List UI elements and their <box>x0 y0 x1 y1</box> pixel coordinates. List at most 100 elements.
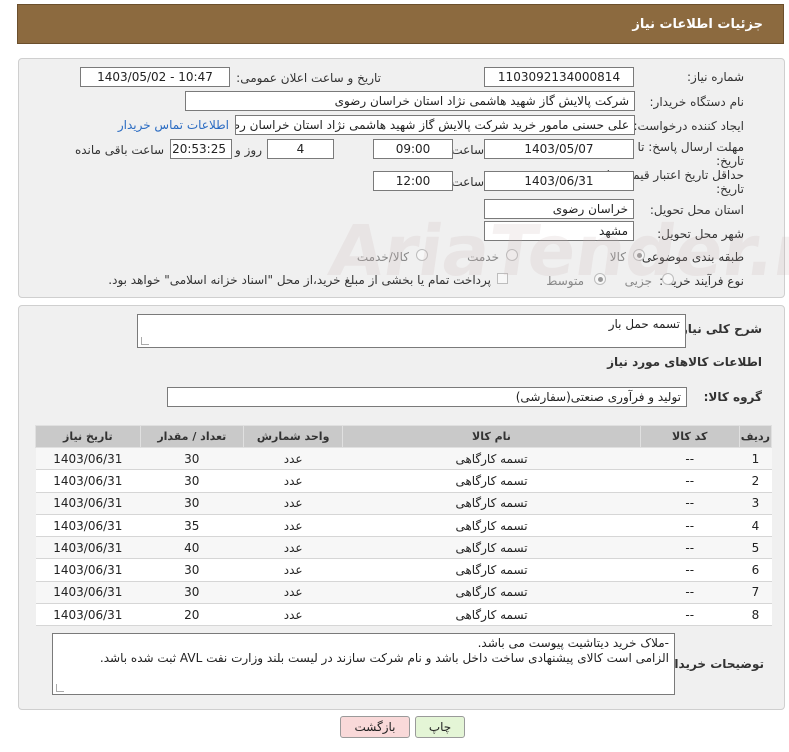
col-name: نام کالا <box>342 425 641 448</box>
cell-row: 6 <box>739 558 772 582</box>
cell-quantity: 35 <box>140 514 244 538</box>
cell-quantity: 20 <box>140 603 244 627</box>
table-row: 3 -- تسمه کارگاهی عدد 30 1403/06/31 <box>35 492 772 515</box>
process-option-minor: جزیی <box>624 274 652 288</box>
back-button[interactable]: بازگشت <box>340 716 410 738</box>
cell-date: 1403/06/31 <box>35 536 141 560</box>
remaining-time-field: 20:53:25 <box>170 139 232 159</box>
buyer-notes-line-1: -ملاک خرید دیتاشیت پیوست می باشد. <box>477 636 669 650</box>
cell-row: 3 <box>739 492 772 515</box>
table-header-row: ردیف کد کالا نام کالا واحد شمارش تعداد /… <box>35 425 773 448</box>
category-radio-service[interactable] <box>506 249 518 261</box>
buyer-org-label: نام دستگاه خریدار: <box>649 95 745 109</box>
col-code: کد کالا <box>639 425 740 448</box>
items-title: اطلاعات کالاهای مورد نیاز <box>607 355 762 369</box>
cell-code: -- <box>640 514 740 538</box>
cell-unit: عدد <box>243 603 343 627</box>
items-table: ردیف کد کالا نام کالا واحد شمارش تعداد /… <box>35 425 773 627</box>
category-option-goods-service: کالا/خدمت <box>356 250 409 264</box>
buyer-notes-field: -ملاک خرید دیتاشیت پیوست می باشد. الزامی… <box>52 633 675 695</box>
cell-code: -- <box>640 536 740 560</box>
process-radio-medium[interactable] <box>594 273 606 285</box>
table-row: 2 -- تسمه کارگاهی عدد 30 1403/06/31 <box>35 469 772 493</box>
table-row: 5 -- تسمه کارگاهی عدد 40 1403/06/31 <box>35 536 772 560</box>
cell-quantity: 30 <box>140 492 244 515</box>
table-row: 1 -- تسمه کارگاهی عدد 30 1403/06/31 <box>35 447 772 471</box>
cell-name: تسمه کارگاهی <box>342 536 641 560</box>
cell-quantity: 30 <box>140 447 244 471</box>
province-field: خراسان رضوی <box>484 199 634 219</box>
payment-checkbox[interactable] <box>497 273 508 284</box>
validity-time-field: 12:00 <box>373 171 453 191</box>
cell-row: 2 <box>739 469 772 493</box>
summary-label: شرح کلی نیاز: <box>676 322 762 336</box>
table-row: 7 -- تسمه کارگاهی عدد 30 1403/06/31 <box>35 581 772 605</box>
cell-quantity: 40 <box>140 536 244 560</box>
cell-name: تسمه کارگاهی <box>342 603 641 627</box>
page-title: جزئیات اطلاعات نیاز <box>632 16 763 32</box>
print-button[interactable]: چاپ <box>415 716 465 738</box>
items-body: 1 -- تسمه کارگاهی عدد 30 1403/06/31 2 -- تسمه کا… <box>35 447 772 627</box>
group-label: گروه کالا: <box>703 390 762 404</box>
cell-date: 1403/06/31 <box>35 492 141 515</box>
cell-name: تسمه کارگاهی <box>342 447 641 471</box>
cell-code: -- <box>640 558 740 582</box>
resize-handle[interactable] <box>56 684 64 692</box>
table-row: 8 -- تسمه کارگاهی عدد 20 1403/06/31 <box>35 603 772 627</box>
cell-unit: عدد <box>243 447 343 471</box>
resize-handle[interactable] <box>141 337 149 345</box>
cell-row: 1 <box>739 447 772 471</box>
cell-row: 5 <box>739 536 772 560</box>
page-header: جزئیات اطلاعات نیاز <box>17 4 784 44</box>
cell-quantity: 30 <box>140 558 244 582</box>
cell-unit: عدد <box>243 536 343 560</box>
cell-unit: عدد <box>243 514 343 538</box>
category-label: طبقه بندی موضوعی: <box>637 250 744 264</box>
process-radio-minor[interactable] <box>662 273 674 285</box>
requester-field: علی حسنی مامور خرید شرکت پالایش گاز شهید… <box>235 115 635 135</box>
remaining-label: ساعت باقی مانده <box>74 143 164 157</box>
payment-note: پرداخت تمام یا بخشی از مبلغ خرید،از محل … <box>108 273 491 287</box>
announce-label: تاریخ و ساعت اعلان عمومی: <box>236 71 381 85</box>
cell-unit: عدد <box>243 492 343 515</box>
cell-date: 1403/06/31 <box>35 447 141 471</box>
cell-code: -- <box>640 581 740 605</box>
city-label: شهر محل تحویل: <box>657 227 744 241</box>
need-number-label: شماره نیاز: <box>687 70 744 84</box>
cell-row: 4 <box>739 514 772 538</box>
group-field: تولید و فرآوری صنعتی(سفارشی) <box>167 387 687 407</box>
deadline-time-label: ساعت <box>451 143 484 157</box>
buyer-org-field: شرکت پالایش گاز شهید هاشمی نژاد استان خر… <box>185 91 635 111</box>
buyer-notes-label: توضیحات خریدار: <box>662 657 764 671</box>
validity-time-label: ساعت <box>451 175 484 189</box>
buyer-contact-link[interactable]: اطلاعات تماس خریدار <box>118 118 229 132</box>
cell-code: -- <box>640 469 740 493</box>
city-field: مشهد <box>484 221 634 241</box>
cell-date: 1403/06/31 <box>35 469 141 493</box>
cell-name: تسمه کارگاهی <box>342 514 641 538</box>
requester-label: ایجاد کننده درخواست: <box>633 119 744 133</box>
days-label: روز و <box>235 143 262 157</box>
col-date: تاریخ نیاز <box>35 425 141 448</box>
cell-name: تسمه کارگاهی <box>342 469 641 493</box>
validity-date-field: 1403/06/31 <box>484 171 634 191</box>
cell-code: -- <box>640 492 740 515</box>
category-radio-goods-service[interactable] <box>416 249 428 261</box>
cell-date: 1403/06/31 <box>35 581 141 605</box>
cell-quantity: 30 <box>140 469 244 493</box>
process-option-medium: متوسط <box>546 274 584 288</box>
summary-field: تسمه حمل بار <box>137 314 686 348</box>
cell-name: تسمه کارگاهی <box>342 492 641 515</box>
cell-name: تسمه کارگاهی <box>342 581 641 605</box>
cell-name: تسمه کارگاهی <box>342 558 641 582</box>
days-field: 4 <box>267 139 334 159</box>
col-row: ردیف <box>738 425 773 448</box>
need-number-field: 1103092134000814 <box>484 67 634 87</box>
buyer-notes-line-2: الزامی است کالای پیشنهادی ساخت داخل باشد… <box>99 651 669 665</box>
deadline-time-field: 09:00 <box>373 139 453 159</box>
cell-unit: عدد <box>243 581 343 605</box>
province-label: استان محل تحویل: <box>649 203 744 217</box>
summary-text: تسمه حمل بار <box>608 317 680 331</box>
category-radio-goods[interactable] <box>633 249 645 261</box>
cell-unit: عدد <box>243 469 343 493</box>
